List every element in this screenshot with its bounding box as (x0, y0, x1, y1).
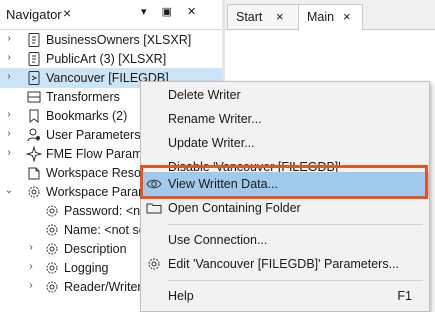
chevron-right-icon[interactable]: › (4, 33, 14, 44)
bookmark-icon (29, 109, 39, 123)
gear-icon (46, 224, 58, 236)
chevron-right-icon[interactable]: › (26, 280, 36, 291)
tab-main[interactable]: Main × (298, 4, 363, 30)
gear-icon (46, 262, 58, 274)
menu-item-update-writer[interactable]: Update Writer... (141, 131, 429, 155)
menu-item-use-connection[interactable]: Use Connection... (141, 228, 429, 252)
tab-main-close-icon[interactable]: × (343, 9, 351, 24)
tree-item-label: Reader/Writer (64, 280, 142, 294)
gear-icon (46, 243, 58, 255)
menu-item-label: Use Connection... (168, 233, 268, 247)
chevron-right-icon[interactable]: › (4, 71, 14, 82)
menu-item-rename-writer[interactable]: Rename Writer... (141, 107, 429, 131)
menu-item-edit-parameters[interactable]: Edit 'Vancouver [FILEGDB]' Parameters... (141, 252, 429, 276)
menu-item-label: Help (168, 289, 194, 303)
tree-item-label: Workspace Resour (46, 166, 153, 180)
menu-item-shortcut: F1 (397, 289, 412, 303)
gear-icon (148, 258, 160, 270)
tree-item-label: Description (64, 242, 127, 256)
tab-main-label: Main (307, 10, 335, 24)
tree-item-publicart[interactable]: › PublicArt (3) [XLSXR] (0, 49, 222, 69)
chevron-right-icon[interactable]: › (4, 128, 14, 139)
chevron-right-icon[interactable]: › (4, 147, 14, 158)
navigator-close-icon[interactable]: × (63, 5, 71, 21)
reader-icon (28, 33, 40, 47)
tab-start[interactable]: Start × (227, 4, 299, 29)
tree-item-label: Workspace Param (46, 185, 149, 199)
chevron-down-icon[interactable]: ⌄ (4, 185, 14, 196)
resource-icon (28, 167, 40, 180)
menu-item-label: Rename Writer... (168, 112, 262, 126)
tab-start-close-icon[interactable]: × (276, 9, 284, 24)
tree-item-businessowners[interactable]: › BusinessOwners [XLSXR] (0, 30, 222, 50)
chevron-right-icon[interactable]: › (4, 52, 14, 63)
menu-separator (168, 280, 423, 281)
reader-icon (28, 52, 40, 66)
highlight-outline (140, 165, 428, 199)
tree-item-label: PublicArt (3) [XLSXR] (46, 52, 167, 66)
menu-item-open-containing-folder[interactable]: Open Containing Folder (141, 196, 429, 220)
tree-item-label: Password: <no (64, 204, 148, 218)
tree-item-label: BusinessOwners [XLSXR] (46, 33, 192, 47)
menu-item-delete-writer[interactable]: Delete Writer (141, 83, 429, 107)
menu-item-label: Update Writer... (168, 136, 255, 150)
navigator-title: Navigator (6, 7, 62, 22)
folder-icon (146, 203, 162, 214)
flow-params-icon (26, 146, 42, 162)
menu-separator (168, 224, 423, 225)
chevron-right-icon[interactable]: › (4, 109, 14, 120)
tree-item-label: Transformers (46, 90, 120, 104)
navigator-header: Navigator × ▾ ▣ ✕ (0, 0, 222, 30)
gear-icon (46, 205, 58, 217)
gear-icon (28, 186, 40, 198)
chevron-right-icon[interactable]: › (26, 242, 36, 253)
tab-bar: Start × Main × (225, 0, 435, 30)
transformer-icon (27, 91, 41, 103)
menu-item-label: Delete Writer (168, 88, 241, 102)
menu-item-label: Open Containing Folder (168, 201, 301, 215)
tree-item-label: Logging (64, 261, 109, 275)
chevron-right-icon[interactable]: › (26, 261, 36, 272)
gear-icon (46, 281, 58, 293)
tree-item-label: Name: <not se (64, 223, 146, 237)
tree-item-label: User Parameters (2 (46, 128, 156, 142)
user-params-icon (27, 128, 40, 142)
menu-item-label: Edit 'Vancouver [FILEGDB]' Parameters... (168, 257, 400, 271)
tree-item-label: Bookmarks (2) (46, 109, 128, 123)
tab-start-label: Start (236, 10, 263, 24)
navigator-toolbar-icons[interactable]: ▾ ▣ ✕ (141, 5, 202, 18)
menu-item-help[interactable]: Help F1 (141, 284, 429, 308)
writer-icon (28, 71, 40, 85)
